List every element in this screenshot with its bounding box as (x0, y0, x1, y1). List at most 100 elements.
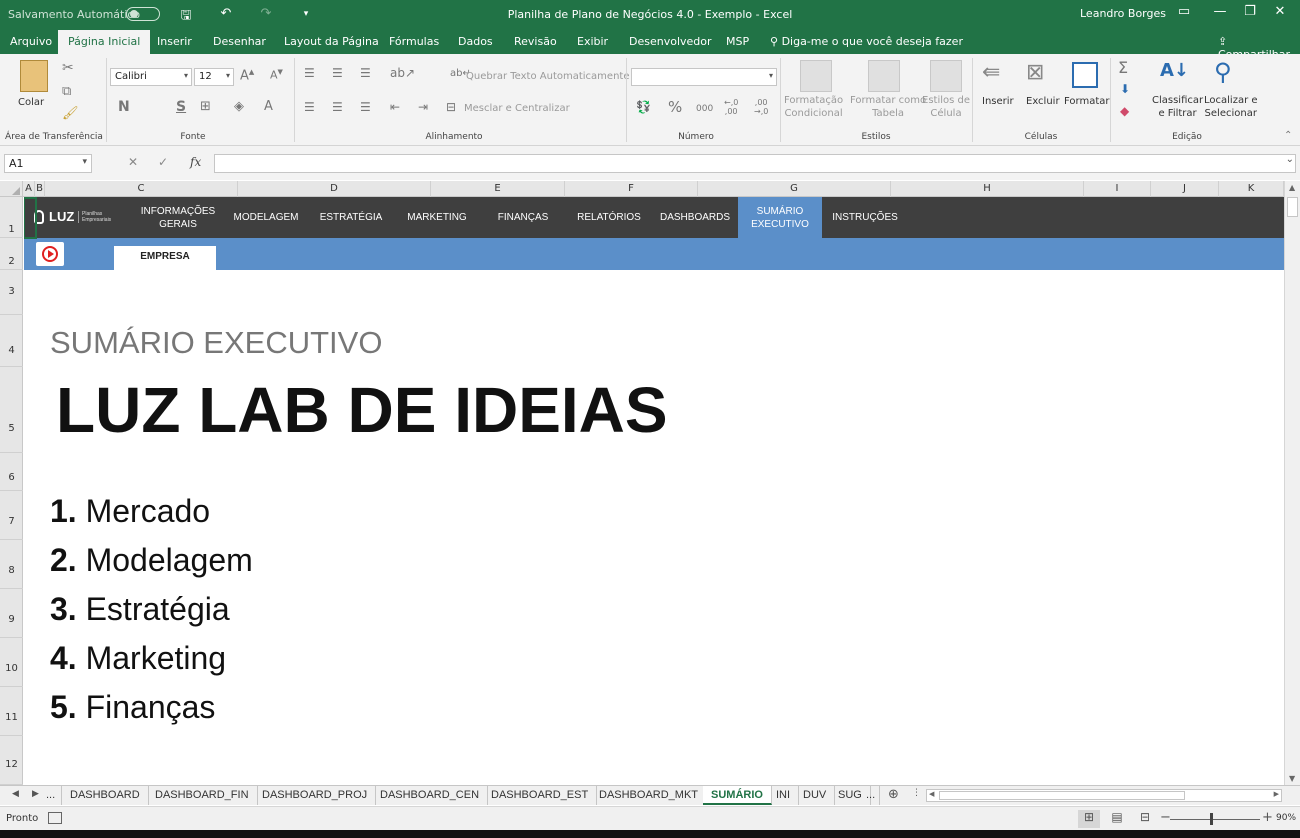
cut-icon[interactable]: ✂ (62, 60, 74, 76)
tab-arquivo[interactable]: Arquivo (10, 35, 52, 48)
align-bottom-icon[interactable]: ☰ (360, 66, 371, 80)
horizontal-scroll-thumb[interactable] (939, 791, 1185, 800)
increase-indent-icon[interactable]: ⇥ (418, 100, 428, 114)
nav-modelagem[interactable]: MODELAGEM (224, 197, 308, 238)
row-header[interactable]: 10 (0, 638, 23, 687)
column-header[interactable]: G (698, 181, 891, 197)
selected-cell[interactable] (24, 197, 37, 239)
sort-filter-button[interactable]: Classificar e Filtrar (1152, 94, 1203, 120)
borders-icon[interactable]: ⊞ (200, 99, 211, 114)
sort-filter-icon[interactable]: A↓ (1160, 60, 1189, 81)
font-size-combo[interactable]: 12 (194, 68, 234, 86)
vertical-scrollbar[interactable]: ▲ ▼ (1284, 181, 1300, 785)
nav-sumario-executivo[interactable]: SUMÁRIO EXECUTIVO (738, 197, 822, 238)
grow-font-icon[interactable]: A▲ (240, 68, 254, 83)
font-color-icon[interactable]: A (264, 99, 273, 114)
page-layout-view-icon[interactable]: ▤ (1106, 810, 1128, 828)
fill-icon[interactable]: ⬇ (1120, 82, 1130, 96)
zoom-out-icon[interactable]: − (1160, 810, 1171, 825)
delete-cells-icon[interactable]: ⊠ (1026, 60, 1044, 85)
format-as-table-icon[interactable] (868, 60, 900, 92)
row-header[interactable]: 8 (0, 540, 23, 589)
sheet-tab-sumario[interactable]: SUMÁRIO (703, 786, 772, 805)
nav-marketing[interactable]: MARKETING (394, 197, 480, 238)
expand-formula-bar-icon[interactable]: ⌄ (1286, 154, 1294, 165)
increase-decimal-button[interactable]: ←,0 ,00 (724, 98, 738, 116)
nav-estrategia[interactable]: ESTRATÉGIA (308, 197, 394, 238)
restore-icon[interactable]: ❐ (1240, 4, 1260, 19)
sheet-tab-dashboard-mkt[interactable]: DASHBOARD_MKT (591, 786, 708, 805)
conditional-formatting-button[interactable]: Formatação Condicional (784, 94, 843, 120)
insert-cells-icon[interactable]: ⇚ (982, 60, 1000, 85)
row-header[interactable]: 5 (0, 367, 23, 453)
row-header[interactable]: 4 (0, 315, 23, 367)
format-cells-icon[interactable] (1072, 62, 1098, 88)
autosum-icon[interactable]: Σ (1118, 58, 1128, 77)
scroll-left-icon[interactable]: ◀ (929, 790, 934, 798)
row-header[interactable]: 9 (0, 589, 23, 638)
insert-cells-button[interactable]: Inserir (982, 95, 1014, 108)
enter-icon[interactable]: ✓ (158, 155, 168, 169)
cell-styles-button[interactable]: Estilos de Célula (922, 94, 970, 120)
sheet-tab-dashboard-fin[interactable]: DASHBOARD_FIN (147, 786, 258, 805)
shrink-font-icon[interactable]: A▼ (270, 68, 283, 82)
conditional-formatting-icon[interactable] (800, 60, 832, 92)
scroll-thumb[interactable] (1287, 197, 1298, 217)
accounting-format-icon[interactable]: 💱 (636, 100, 651, 114)
nav-instrucoes[interactable]: INSTRUÇÕES (822, 197, 908, 238)
paste-icon[interactable] (20, 60, 48, 92)
add-sheet-icon[interactable]: ⊕ (888, 787, 899, 802)
row-header[interactable]: 1 (0, 197, 23, 238)
delete-cells-button[interactable]: Excluir (1026, 95, 1060, 108)
insert-function-icon[interactable]: fx (190, 155, 201, 169)
align-top-icon[interactable]: ☰ (304, 66, 315, 80)
nav-informacoes-gerais[interactable]: INFORMAÇÕES GERAIS (132, 197, 224, 238)
format-painter-icon[interactable]: 🖌 (62, 106, 79, 121)
macro-record-icon[interactable] (48, 812, 62, 824)
cancel-icon[interactable]: ✕ (128, 155, 138, 169)
tab-desenvolvedor[interactable]: Desenvolvedor (629, 35, 712, 48)
minimize-icon[interactable]: — (1210, 4, 1230, 19)
column-header[interactable]: B (35, 181, 45, 197)
tab-pagina-inicial[interactable]: Página Inicial (58, 30, 151, 54)
column-header[interactable]: J (1151, 181, 1219, 197)
number-format-combo[interactable] (631, 68, 777, 86)
align-right-icon[interactable]: ☰ (360, 100, 371, 114)
formula-input[interactable] (214, 154, 1296, 173)
row-header[interactable]: 2 (0, 238, 23, 270)
fill-color-icon[interactable]: ◈ (234, 99, 244, 114)
sheet-tab-dashboard[interactable]: DASHBOARD (62, 786, 149, 805)
row-header[interactable]: 6 (0, 453, 23, 491)
clear-icon[interactable]: ◆ (1120, 104, 1129, 118)
tab-exibir[interactable]: Exibir (577, 35, 608, 48)
empresa-tab[interactable]: EMPRESA (114, 246, 216, 270)
user-name[interactable]: Leandro Borges (1080, 7, 1166, 20)
zoom-in-icon[interactable]: + (1262, 810, 1273, 825)
ribbon-display-options-icon[interactable]: ▭ (1174, 4, 1194, 19)
column-header[interactable]: I (1084, 181, 1151, 197)
scroll-right-icon[interactable]: ▶ (1274, 790, 1279, 798)
tab-desenhar[interactable]: Desenhar (213, 35, 266, 48)
row-header[interactable]: 11 (0, 687, 23, 736)
horizontal-scrollbar[interactable]: ◀ ▶ (926, 789, 1282, 802)
bold-button[interactable]: N (118, 99, 130, 115)
percent-button[interactable]: % (668, 98, 682, 116)
tab-layout-da-pagina[interactable]: Layout da Página (284, 35, 379, 48)
decrease-decimal-button[interactable]: ,00 →,0 (754, 98, 768, 116)
video-play-button[interactable] (36, 242, 64, 266)
zoom-level[interactable]: 90% (1276, 813, 1296, 823)
cell-styles-icon[interactable] (930, 60, 962, 92)
font-name-combo[interactable]: Calibri (110, 68, 192, 86)
comma-style-button[interactable]: 000 (696, 104, 713, 114)
row-header[interactable]: 3 (0, 270, 23, 315)
tab-inserir[interactable]: Inserir (157, 35, 192, 48)
column-header[interactable]: C (45, 181, 238, 197)
sheet-tab-dashboard-proj[interactable]: DASHBOARD_PROJ (254, 786, 377, 805)
column-header[interactable]: K (1219, 181, 1284, 197)
column-header[interactable]: E (431, 181, 565, 197)
tab-dados[interactable]: Dados (458, 35, 493, 48)
scroll-up-icon[interactable]: ▲ (1289, 183, 1295, 192)
align-middle-icon[interactable]: ☰ (332, 66, 343, 80)
nav-financas[interactable]: FINANÇAS (480, 197, 566, 238)
row-header[interactable]: 12 (0, 736, 23, 785)
